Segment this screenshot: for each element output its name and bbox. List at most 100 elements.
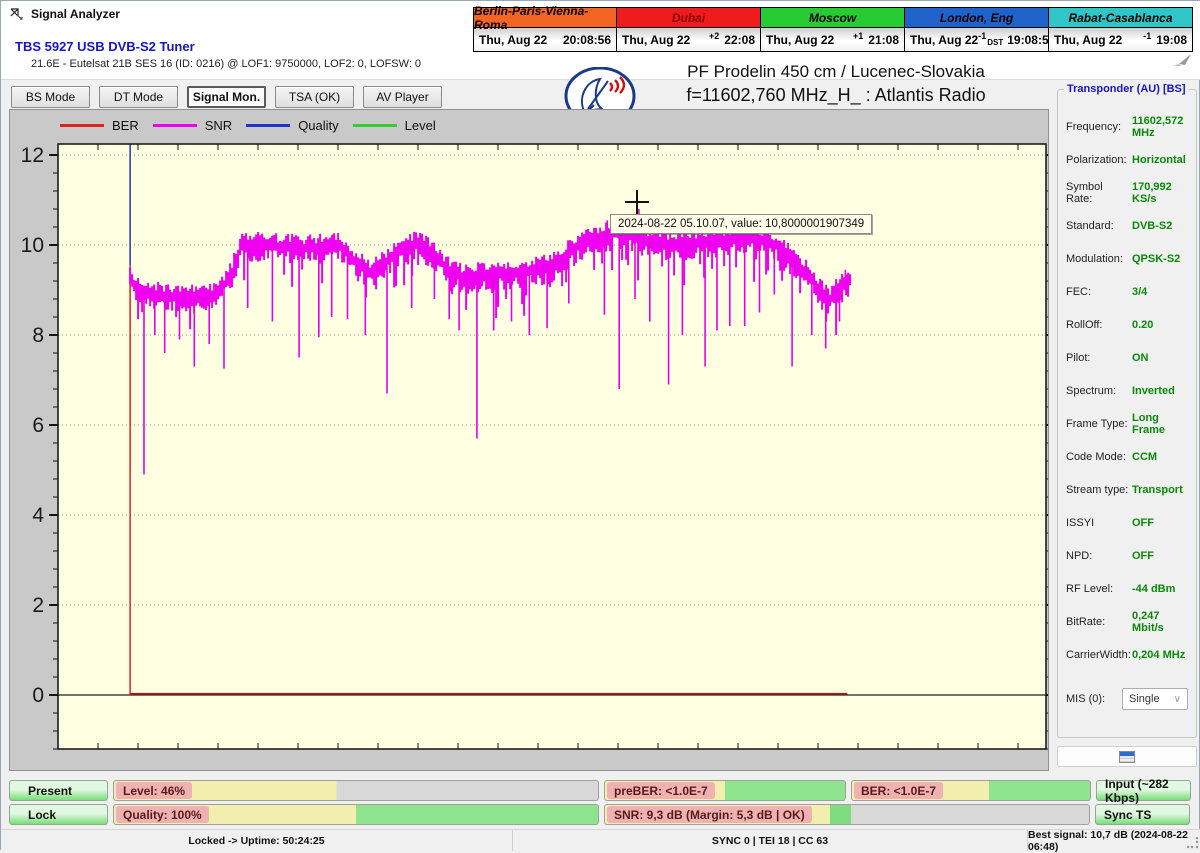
clock-time-cell: Thu, Aug 22-1DST19:08:56 [905,28,1048,52]
svg-text:4: 4 [32,504,44,527]
field-label: Modulation: [1066,253,1132,265]
field-label: FEC: [1066,286,1132,298]
transponder-field: ISSYIOFF [1066,506,1192,539]
field-value: Transport [1132,484,1183,496]
legend-label: SNR [205,118,232,133]
clock-date: Thu, Aug 22 [1054,33,1122,47]
bar-preber-label: preBER: <1.0E-7 [607,782,715,799]
mis-selected-value: Single [1129,693,1160,705]
tab-tsa-ok-[interactable]: TSA (OK) [275,86,354,108]
mis-label: MIS (0): [1066,693,1122,705]
crosshair-cursor [625,190,649,214]
field-value: 0,247 Mbit/s [1132,610,1192,634]
legend-item-snr: SNR [153,118,232,133]
snr-progressbar: SNR: 9,3 dB (Margin: 5,3 dB | OK) [604,804,1090,825]
tab-dt-mode[interactable]: DT Mode [99,86,178,108]
field-value: Inverted [1132,385,1175,397]
bar-quality-label: Quality: 100% [116,806,209,823]
field-label: BitRate: [1066,616,1132,628]
signal-plot: 024681012 [10,110,1048,770]
transponder-field: Standard:DVB-S2 [1066,209,1192,242]
clock-time: 22:08 [724,33,755,47]
field-value: Long Frame [1132,412,1192,436]
transponder-field: NPD:OFF [1066,539,1192,572]
legend-swatch [353,124,397,127]
signal-analyzer-window: Signal Analyzer TBS 5927 USB DVB-S2 Tune… [0,0,1200,850]
clock-time-cell: Thu, Aug 22 20:08:56 [474,28,616,52]
field-value: ON [1132,352,1149,364]
clock-time: 19:08 [1156,33,1187,47]
transponder-field: BitRate:0,247 Mbit/s [1066,605,1192,638]
chevron-down-icon: ∨ [1174,694,1181,705]
clock-city: Moscow [761,7,904,28]
clock-date: Thu, Aug 22 [479,33,547,47]
clock-utc-offset: +2 [709,31,719,41]
lock-badge: Lock [9,804,108,825]
svg-text:12: 12 [21,144,44,167]
sync-ts-badge: Sync TS [1095,804,1190,825]
tab-av-player[interactable]: AV Player [363,86,442,108]
transponder-title: Transponder (AU) [BS] [1064,83,1189,95]
transponder-field: Symbol Rate:170,992 KS/s [1066,176,1192,209]
field-label: ISSYI [1066,517,1132,529]
transponder-groupbox: Transponder (AU) [BS] Frequency:11602,57… [1057,89,1197,738]
clock-city: Berlin-Paris-Vienna-Roma [474,7,616,28]
field-value: DVB-S2 [1132,220,1172,232]
clock-column: Berlin-Paris-Vienna-Roma Thu, Aug 22 20:08… [473,7,617,52]
clock-time: 21:08 [868,33,899,47]
bar-ber-label: BER: <1.0E-7 [854,782,943,799]
legend-item-quality: Quality [246,118,338,133]
clock-city: Rabat-Casablanca [1049,7,1192,28]
transponder-field: Pilot:ON [1066,341,1192,374]
level-progressbar: Level: 46% [113,780,599,801]
transponder-field: Spectrum:Inverted [1066,374,1192,407]
tuner-name: TBS 5927 USB DVB-S2 Tuner [15,39,195,54]
mode-tabs: BS Mode DT Mode Signal Mon. TSA (OK) AV Play… [11,86,442,108]
clock-city: Dubai [617,7,760,28]
clock-time: 20:08:56 [563,33,611,47]
clock-utc-offset: -1 [978,31,986,41]
field-label: Stream type: [1066,484,1132,496]
statusbar: Locked -> Uptime: 50:24:25 SYNC 0 | TEI … [1,829,1200,851]
bar-level-label: Level: 46% [116,782,192,799]
field-value: 11602,572 MHz [1132,115,1192,139]
transponder-field: RollOff:0.20 [1066,308,1192,341]
tab-signal-mon-[interactable]: Signal Mon. [187,86,266,108]
transponder-field: FEC:3/4 [1066,275,1192,308]
dish-corner-icon [1169,53,1193,67]
clock-column: London, EngThu, Aug 22-1DST19:08:56 [905,7,1049,52]
svg-text:10: 10 [21,234,44,257]
resize-grip[interactable] [1187,837,1199,849]
field-label: Standard: [1066,220,1132,232]
transponder-field: CarrierWidth:0,204 MHz [1066,638,1192,671]
transponder-field: Stream type:Transport [1066,473,1192,506]
field-value: Horizontal [1132,154,1186,166]
field-value: OFF [1132,517,1154,529]
field-value: CCM [1132,451,1157,463]
quality-progressbar: Quality: 100% [113,804,599,825]
clock-time-cell: Thu, Aug 22-119:08 [1049,28,1192,52]
transponder-field: Code Mode:CCM [1066,440,1192,473]
statusbar-uptime: Locked -> Uptime: 50:24:25 [1,830,513,851]
clock-table: Berlin-Paris-Vienna-Roma Thu, Aug 22 20:08… [473,7,1193,52]
legend-item-ber: BER [60,118,139,133]
field-label: Code Mode: [1066,451,1132,463]
legend-item-level: Level [353,118,436,133]
mis-select[interactable]: Single ∨ [1122,688,1188,710]
mis-row: MIS (0): Single ∨ [1066,688,1190,710]
preber-progressbar: preBER: <1.0E-7 [604,780,846,801]
clock-utc-offset: +1 [853,31,863,41]
frequency-title: f=11602,760 MHz_H_ : Atlantis Radio [621,85,1051,106]
tab-bs-mode[interactable]: BS Mode [11,86,90,108]
field-value: OFF [1132,550,1154,562]
transponder-field: RF Level:-44 dBm [1066,572,1192,605]
legend-swatch [60,124,104,127]
chart-area[interactable]: 024681012 BERSNRQualityLevel 2024-08-22 … [9,109,1049,771]
spectrum-list-button[interactable] [1057,746,1197,767]
legend-label: Level [405,118,436,133]
field-label: Spectrum: [1066,385,1132,397]
clock-time-cell: Thu, Aug 22+121:08 [761,28,904,52]
clock-city: London, Eng [905,7,1048,28]
field-label: RF Level: [1066,583,1132,595]
transponder-fields: Frequency:11602,572 MHzPolarization:Hori… [1066,110,1192,671]
